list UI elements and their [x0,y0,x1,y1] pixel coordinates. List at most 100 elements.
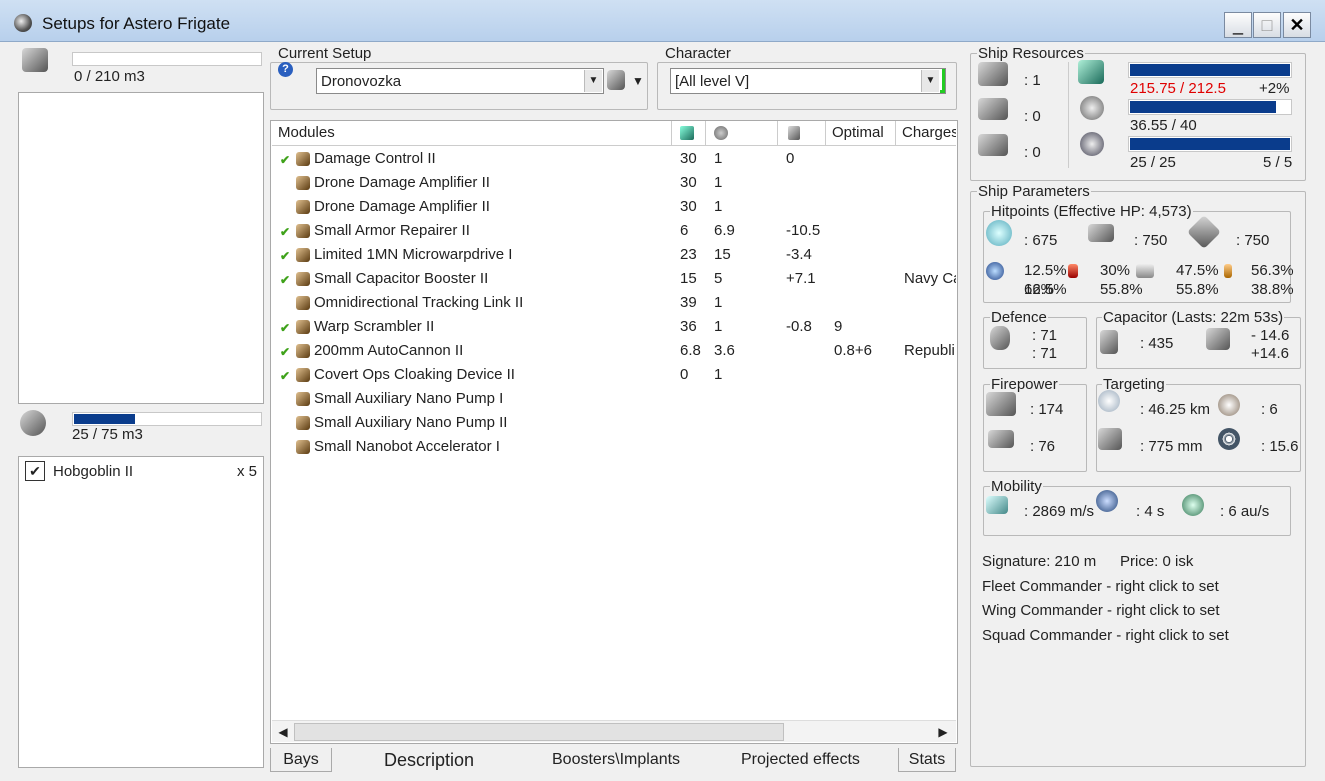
drone-checkbox[interactable]: ✔ [25,461,45,481]
chevron-down-icon[interactable]: ▼ [584,70,602,92]
module-power: 1 [714,294,723,311]
cargo-list[interactable] [18,92,264,404]
table-row[interactable]: ✔ Small Armor Repairer II 6 6.9 -10.5 [272,219,956,243]
sensor-strength-icon [1218,428,1240,450]
max-targets: : 6 [1261,401,1278,418]
module-capacitor: +7.1 [786,270,816,287]
armor-repair-icon [990,326,1010,350]
tab-projected-effects[interactable]: Projected effects [741,748,860,772]
setup-menu-dropdown[interactable]: ▼ [628,68,648,94]
header-divider [272,145,956,146]
squad-commander[interactable]: Squad Commander - right click to set [982,627,1229,644]
kinetic-resist-icon [1136,264,1154,278]
turret-hardpoints: : 1 [1024,72,1041,89]
table-row[interactable]: ✔ Damage Control II 30 1 0 [272,147,956,171]
drone-setup-icon[interactable] [607,70,625,90]
targeting-group [1096,384,1301,472]
minimize-button[interactable]: _ [1224,12,1252,38]
resources-divider [1068,62,1069,168]
module-name: Drone Damage Amplifier II [314,174,490,191]
firepower-volley: : 76 [1030,438,1056,455]
fleet-commander[interactable]: Fleet Commander - right click to set [982,578,1219,595]
module-name: Small Armor Repairer II [314,222,470,239]
scroll-left-arrow[interactable]: ◀ [274,723,292,741]
module-power: 1 [714,174,723,191]
module-status-check: ✔ [280,249,291,263]
module-cpu: 30 [680,150,697,167]
drone-bay-fill [74,414,136,424]
module-capacitor: -3.4 [786,246,812,263]
close-button[interactable]: ✕ [1283,12,1311,38]
table-row[interactable]: Omnidirectional Tracking Link II 39 1 [272,291,956,315]
module-power: 15 [714,246,731,263]
defence-value-1: : 71 [1032,327,1058,344]
chevron-down-icon[interactable]: ▼ [921,70,939,92]
tab-boosters-implants[interactable]: Boosters\Implants [552,748,680,772]
module-cpu: 0 [680,366,689,383]
scroll-thumb[interactable] [294,723,784,741]
setup-select[interactable]: Dronovozka ▼ [316,68,604,94]
table-row[interactable]: ✔ Small Capacitor Booster II 15 5 +7.1 Navy C… [272,267,956,291]
thermal-resist-icon [1068,264,1078,278]
module-name: Omnidirectional Tracking Link II [314,294,524,311]
drone-list[interactable]: ✔ Hobgoblin II x 5 [18,456,264,768]
signature-radius: Signature: 210 m [982,553,1097,570]
col-capacitor[interactable] [778,121,826,145]
align-time: : 4 s [1136,503,1165,520]
module-icon [296,344,310,358]
calibration-bar [1128,136,1292,152]
power-bar [1128,99,1292,115]
module-status-check: ✔ [280,369,291,383]
character-select[interactable]: [All level V] ▼ [670,68,946,94]
module-icon [296,152,310,166]
maximize-button[interactable]: □ [1253,12,1281,38]
max-targets-icon [1218,394,1240,416]
title-bar[interactable]: Setups for Astero Frigate _ □ ✕ [0,0,1325,42]
hitpoints-label: Hitpoints (Effective HP: 4,573) [990,203,1193,220]
wing-commander[interactable]: Wing Commander - right click to set [982,602,1220,619]
table-row[interactable]: ✔ Warp Scrambler II 36 1 -0.8 9 [272,315,956,339]
col-power[interactable] [706,121,778,145]
cpu-usage: 215.75 / 212.5 [1130,80,1226,97]
table-row[interactable]: ✔ 200mm AutoCannon II 6.8 3.6 0.8+6 Republi [272,339,956,363]
tab-description[interactable]: Description [384,748,474,772]
col-cpu[interactable] [672,121,706,145]
table-row[interactable]: Drone Damage Amplifier II 30 1 [272,195,956,219]
app-icon [14,14,32,32]
scroll-right-arrow[interactable]: ▶ [934,723,952,741]
power-bar-fill [1130,101,1276,113]
table-row[interactable]: Small Nanobot Accelerator I [272,435,956,459]
capacitor-recharge-icon [1206,328,1230,350]
table-row[interactable]: ✔ Covert Ops Cloaking Device II 0 1 [272,363,956,387]
module-status-check: ✔ [280,153,291,167]
modules-hscrollbar[interactable]: ◀ ▶ [272,720,956,742]
align-time-icon [1096,490,1118,512]
col-modules[interactable]: Modules [272,121,672,145]
defence-label: Defence [990,309,1048,326]
module-name: Damage Control II [314,150,436,167]
tab-bays[interactable]: Bays [270,748,332,772]
module-icon [296,440,310,454]
col-charges[interactable]: Charges [896,121,956,145]
firepower-label: Firepower [990,376,1059,393]
table-row[interactable]: Small Auxiliary Nano Pump I [272,387,956,411]
table-row[interactable]: Drone Damage Amplifier II 30 1 [272,171,956,195]
help-icon[interactable]: ? [278,62,293,77]
module-cpu: 39 [680,294,697,311]
thermal-resist-bottom: 55.8% [1100,281,1143,298]
col-optimal[interactable]: Optimal [826,121,896,145]
module-icon [296,320,310,334]
module-status-check: ✔ [280,225,291,239]
calibration-bar-fill [1130,138,1290,150]
drone-name[interactable]: Hobgoblin II [53,463,133,480]
tab-stats[interactable]: Stats [898,748,956,772]
module-status-check: ✔ [280,345,291,359]
setup-select-value: Dronovozka [321,73,402,90]
capacitor-icon [1100,330,1118,354]
table-row[interactable]: ✔ Limited 1MN Microwarpdrive I 23 15 -3.4 [272,243,956,267]
table-row[interactable]: Small Auxiliary Nano Pump II [272,411,956,435]
other-hardpoints: : 0 [1024,144,1041,161]
cpu-overfit-pct: +2% [1259,80,1290,97]
powergrid-icon [1080,96,1104,120]
drone-qty: x 5 [237,463,258,480]
